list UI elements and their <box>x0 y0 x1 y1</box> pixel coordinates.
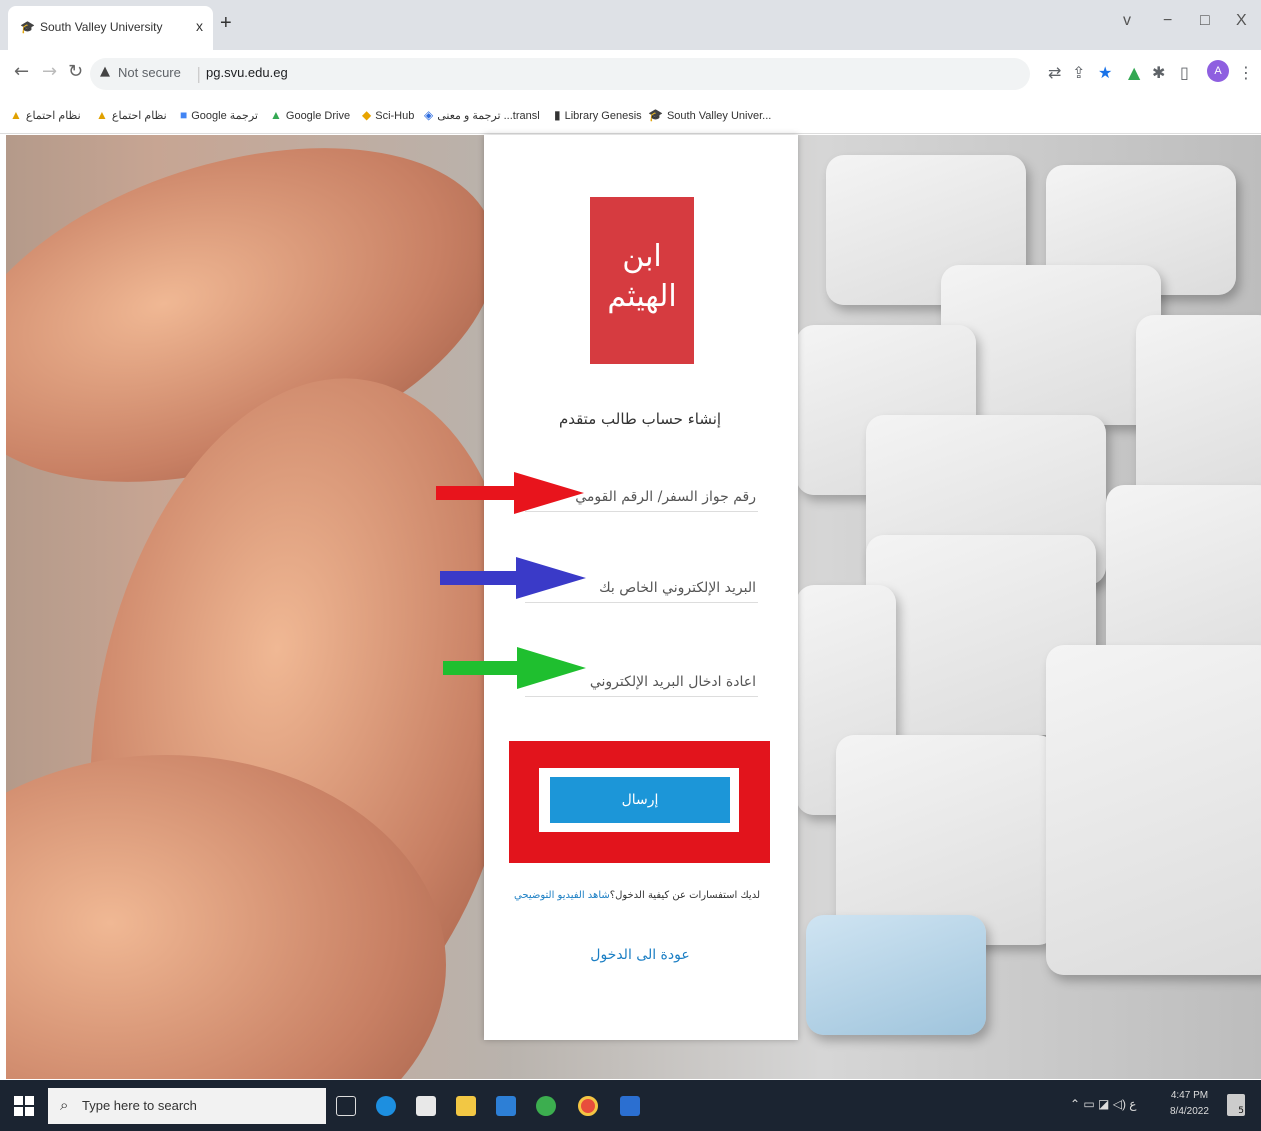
back-to-login-link[interactable]: عودة الى الدخول <box>500 947 780 963</box>
submit-button[interactable]: إرسال <box>550 777 730 823</box>
side-panel-icon[interactable]: ▯ <box>1180 63 1189 82</box>
taskbar-search-box[interactable]: ⌕ Type here to search <box>48 1088 326 1124</box>
url-text[interactable]: pg.svu.edu.eg <box>206 65 288 80</box>
translate-icon: ◈ <box>424 108 434 122</box>
bookmark-item[interactable]: ◈ ترجمة و معنى ...transl <box>424 108 540 122</box>
green-arrow-icon <box>443 647 586 689</box>
store-icon[interactable] <box>416 1096 436 1116</box>
drive-icon: ▲ <box>96 108 108 122</box>
tab-close-icon[interactable]: x <box>196 18 203 34</box>
minimize-button[interactable]: − <box>1163 12 1172 30</box>
keyboard-key <box>836 735 1056 945</box>
word-icon[interactable] <box>620 1096 640 1116</box>
bookmarks-bar: ▲ نظام احتماع ▲ نظام احتماع ■ Google ترجمة … <box>0 98 1261 134</box>
menu-kebab-icon[interactable]: ⋮ <box>1238 63 1254 82</box>
address-bar[interactable]: ▲ Not secure | pg.svu.edu.eg <box>90 58 1030 90</box>
windows-start-icon[interactable] <box>14 1096 34 1116</box>
reload-icon[interactable]: ↻ <box>68 61 83 82</box>
system-tray[interactable]: ⌃ ▭ ◪ ◁) ع <box>1070 1097 1136 1111</box>
blue-arrow-icon <box>440 557 586 599</box>
scihub-icon: ◆ <box>362 108 372 122</box>
bookmark-item[interactable]: ◆ Sci-Hub <box>362 108 414 122</box>
ibn-alhaytham-logo: ابن الهيثم <box>590 197 694 364</box>
new-tab-button[interactable]: + <box>220 12 232 35</box>
task-view-icon[interactable] <box>336 1096 356 1116</box>
form-title: إنشاء حساب طالب متقدم <box>558 410 722 428</box>
taskbar-clock[interactable]: 4:47 PM 8/4/2022 <box>1170 1088 1209 1120</box>
drive-icon: ▲ <box>10 108 22 122</box>
chrome-icon[interactable] <box>578 1096 598 1116</box>
search-placeholder: Type here to search <box>82 1098 197 1113</box>
help-text: لديك استفسارات عن كيفية الدخول؟شاهد الفي… <box>495 890 760 901</box>
tutorial-video-link[interactable]: شاهد الفيديو التوضيحي <box>514 890 610 901</box>
keyboard-key <box>806 915 986 1035</box>
extensions-puzzle-icon[interactable]: ✱ <box>1152 63 1165 82</box>
app-icon[interactable] <box>536 1096 556 1116</box>
library-icon: ▮ <box>554 108 561 122</box>
translate-icon: ■ <box>180 108 188 122</box>
drive-extension-icon[interactable]: ▲ <box>1128 63 1140 82</box>
browser-toolbar: ← → ↻ ▲ Not secure | pg.svu.edu.eg ⇄ ⇪ ★… <box>0 50 1261 98</box>
keyboard-key <box>1136 315 1261 505</box>
bookmark-item[interactable]: 🎓 South Valley Univer... <box>648 108 771 122</box>
close-window-button[interactable]: X <box>1236 12 1247 30</box>
tab-title: South Valley University <box>40 20 163 34</box>
bookmark-item[interactable]: ▲ Google Drive <box>270 108 350 122</box>
enter-key <box>1046 645 1261 975</box>
maximize-button[interactable]: □ <box>1200 12 1210 30</box>
windows-taskbar: ⌕ Type here to search ⌃ ▭ ◪ ◁) ع 4:47 PM… <box>0 1080 1261 1131</box>
warning-icon[interactable]: ▲ <box>100 64 110 79</box>
bookmark-item[interactable]: ■ Google ترجمة <box>180 108 258 122</box>
browser-tab[interactable]: 🎓 South Valley University x <box>8 6 213 50</box>
profile-avatar[interactable]: A <box>1207 60 1229 82</box>
svu-icon: 🎓 <box>648 108 663 122</box>
tab-search-icon[interactable]: v <box>1123 12 1131 30</box>
bookmark-item[interactable]: ▮ Library Genesis <box>554 108 642 122</box>
mail-icon[interactable] <box>496 1096 516 1116</box>
notification-icon[interactable]: 5 <box>1227 1094 1245 1116</box>
share-icon[interactable]: ⇪ <box>1072 63 1085 82</box>
drive-icon: ▲ <box>270 108 282 122</box>
help-question: لديك استفسارات عن كيفية الدخول؟ <box>609 890 760 901</box>
tab-strip: 🎓 South Valley University x + v − □ X <box>0 0 1261 50</box>
translate-icon[interactable]: ⇄ <box>1048 63 1061 82</box>
security-label[interactable]: Not secure <box>118 65 181 80</box>
bookmark-item[interactable]: ▲ نظام احتماع <box>96 108 167 122</box>
edge-icon[interactable] <box>376 1096 396 1116</box>
university-favicon-icon: 🎓 <box>20 20 35 34</box>
bookmark-item[interactable]: ▲ نظام احتماع <box>10 108 81 122</box>
forward-arrow-icon[interactable]: → <box>42 61 57 82</box>
back-arrow-icon[interactable]: ← <box>14 61 29 82</box>
file-explorer-icon[interactable] <box>456 1096 476 1116</box>
search-icon: ⌕ <box>60 1096 69 1114</box>
bookmark-star-icon[interactable]: ★ <box>1098 63 1112 82</box>
red-arrow-icon <box>436 472 584 514</box>
url-divider: | <box>196 64 202 83</box>
